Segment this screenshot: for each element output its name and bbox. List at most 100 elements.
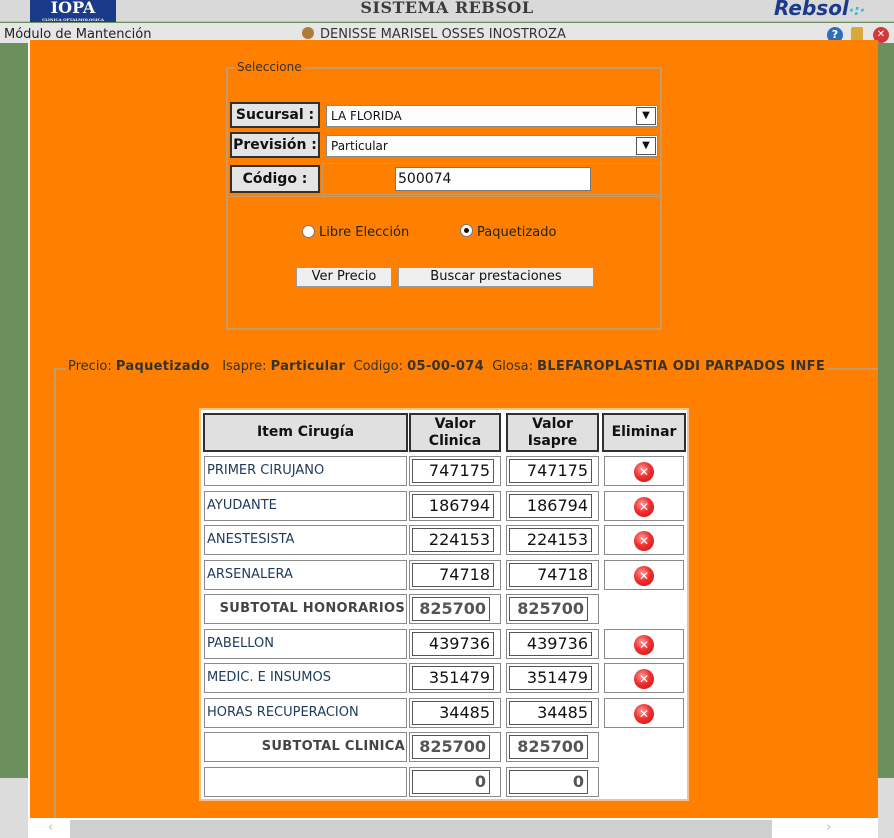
prevision-label: Previsión : — [230, 132, 320, 158]
valor-isapre-input[interactable]: 351479 — [509, 666, 592, 690]
glosa-value: BLEFAROPLASTIA ODI PARPADOS INFE — [537, 359, 826, 374]
valor-clinica-input[interactable]: 34485 — [412, 701, 494, 725]
scroll-right-icon[interactable]: › — [826, 820, 831, 835]
valor-isapre-input[interactable]: 825700 — [509, 597, 588, 621]
row-label: MEDIC. E INSUMOS — [204, 663, 407, 693]
chevron-down-icon[interactable]: ▼ — [636, 137, 656, 155]
iopa-logo-subtext: CLINICA OFTALMOLOGICA — [42, 17, 104, 22]
valor-clinica-cell: 224153 — [409, 525, 501, 555]
eliminar-cell: ✕ — [604, 456, 684, 486]
user-icon — [302, 27, 314, 39]
precio-value: Paquetizado — [115, 359, 210, 374]
valor-clinica-input[interactable]: 825700 — [412, 735, 490, 759]
row-label: HORAS RECUPERACION — [204, 698, 407, 728]
valor-clinica-input[interactable]: 74718 — [412, 563, 494, 587]
valor-clinica-input[interactable]: 747175 — [412, 459, 494, 483]
glosa-label: Glosa: — [492, 359, 533, 374]
horizontal-scrollbar[interactable]: ‹ › — [30, 818, 878, 838]
sucursal-label: Sucursal : — [230, 102, 320, 128]
codigo-cell: 500074 — [322, 163, 662, 195]
valor-clinica-cell: 825700 — [409, 732, 501, 762]
eliminar-cell: ✕ — [604, 560, 684, 590]
lock-icon[interactable] — [851, 27, 863, 41]
codigo-label: Código : — [230, 165, 320, 193]
radio-paquetizado[interactable] — [460, 224, 473, 237]
app-header: IOPA CLINICA OFTALMOLOGICA SISTEMA REBSOL… — [0, 0, 894, 22]
sucursal-select[interactable]: LA FLORIDA ▼ — [326, 105, 658, 127]
scroll-left-icon[interactable]: ‹ — [48, 820, 53, 835]
eliminar-cell: ✕ — [604, 663, 684, 693]
isapre-value: Particular — [270, 359, 346, 374]
eliminar-cell: ✕ — [604, 698, 684, 728]
header-valor-clinica: Valor Clinica — [409, 413, 501, 452]
valor-clinica-cell: 186794 — [409, 491, 501, 521]
delete-icon[interactable]: ✕ — [634, 635, 654, 655]
codigo-info-value: 05-00-074 — [407, 359, 484, 374]
codigo-input[interactable]: 500074 — [395, 167, 591, 191]
valor-isapre-cell: 186794 — [506, 491, 599, 521]
codigo-info-label: Codigo: — [353, 359, 403, 374]
valor-isapre-input[interactable]: 825700 — [509, 735, 588, 759]
delete-icon[interactable]: ✕ — [634, 531, 654, 551]
valor-clinica-input[interactable]: 224153 — [412, 528, 494, 552]
valor-clinica-input[interactable]: 825700 — [412, 597, 490, 621]
radio-libre-eleccion-label: Libre Elección — [319, 225, 410, 240]
delete-icon[interactable]: ✕ — [634, 462, 654, 482]
row-label: SUBTOTAL HONORARIOS — [204, 594, 407, 624]
valor-clinica-cell: 0 — [409, 767, 501, 797]
seleccione-fieldset: Seleccione Sucursal : LA FLORIDA ▼ Previ… — [226, 60, 662, 330]
valor-clinica-cell: 74718 — [409, 560, 501, 590]
ver-precio-button[interactable]: Ver Precio — [296, 267, 392, 287]
eliminar-cell: ✕ — [604, 491, 684, 521]
prevision-select[interactable]: Particular ▼ — [326, 135, 658, 157]
radio-libre-eleccion[interactable] — [302, 225, 315, 238]
valor-isapre-input[interactable]: 0 — [509, 770, 588, 794]
rebsol-logo-mark: ·:· — [848, 3, 866, 19]
header-eliminar: Eliminar — [602, 413, 686, 452]
prevision-selected-value: Particular — [331, 139, 388, 153]
valor-clinica-cell: 825700 — [409, 594, 501, 624]
buscar-prestaciones-button[interactable]: Buscar prestaciones — [398, 267, 594, 287]
valor-clinica-input[interactable]: 439736 — [412, 632, 494, 656]
eliminar-cell: ✕ — [604, 525, 684, 555]
precio-label: Precio: — [68, 359, 112, 374]
valor-isapre-input[interactable]: 747175 — [509, 459, 592, 483]
valor-isapre-cell: 0 — [506, 767, 599, 797]
valor-isapre-input[interactable]: 224153 — [509, 528, 592, 552]
delete-icon[interactable]: ✕ — [634, 566, 654, 586]
divider — [228, 196, 662, 197]
valor-isapre-cell: 825700 — [506, 594, 599, 624]
row-label: ARSENALERA — [204, 560, 407, 590]
row-label: PABELLON — [204, 629, 407, 659]
valor-isapre-input[interactable]: 186794 — [509, 494, 592, 518]
app-title: SISTEMA REBSOL — [360, 0, 534, 17]
valor-isapre-input[interactable]: 74718 — [509, 563, 592, 587]
valor-clinica-cell: 351479 — [409, 663, 501, 693]
valor-isapre-cell: 351479 — [506, 663, 599, 693]
valor-isapre-input[interactable]: 439736 — [509, 632, 592, 656]
info-line: Precio: Paquetizado Isapre: Particular C… — [66, 359, 828, 374]
valor-clinica-input[interactable]: 0 — [412, 770, 490, 794]
chevron-down-icon[interactable]: ▼ — [636, 107, 656, 125]
valor-isapre-cell: 74718 — [506, 560, 599, 590]
valor-clinica-input[interactable]: 186794 — [412, 494, 494, 518]
valor-clinica-cell: 439736 — [409, 629, 501, 659]
row-label: AYUDANTE — [204, 491, 407, 521]
prestacion-modal: Seleccione Sucursal : LA FLORIDA ▼ Previ… — [30, 40, 878, 838]
delete-icon[interactable]: ✕ — [634, 497, 654, 517]
radio-paquetizado-label: Paquetizado — [477, 225, 557, 240]
row-label: SUBTOTAL CLINICA — [204, 732, 407, 762]
rebsol-logo: Rebsol·:· — [774, 0, 865, 20]
header-valor-isapre: Valor Isapre — [506, 413, 599, 452]
valor-isapre-cell: 224153 — [506, 525, 599, 555]
valor-isapre-input[interactable]: 34485 — [509, 701, 592, 725]
sucursal-selected-value: LA FLORIDA — [331, 109, 402, 123]
valor-isapre-cell: 747175 — [506, 456, 599, 486]
delete-icon[interactable]: ✕ — [634, 669, 654, 689]
valor-clinica-input[interactable]: 351479 — [412, 666, 494, 690]
valor-isapre-cell: 34485 — [506, 698, 599, 728]
row-label-empty — [204, 767, 407, 797]
delete-icon[interactable]: ✕ — [634, 704, 654, 724]
eliminar-cell: ✕ — [604, 629, 684, 659]
horizontal-scroll-thumb[interactable] — [70, 820, 772, 838]
